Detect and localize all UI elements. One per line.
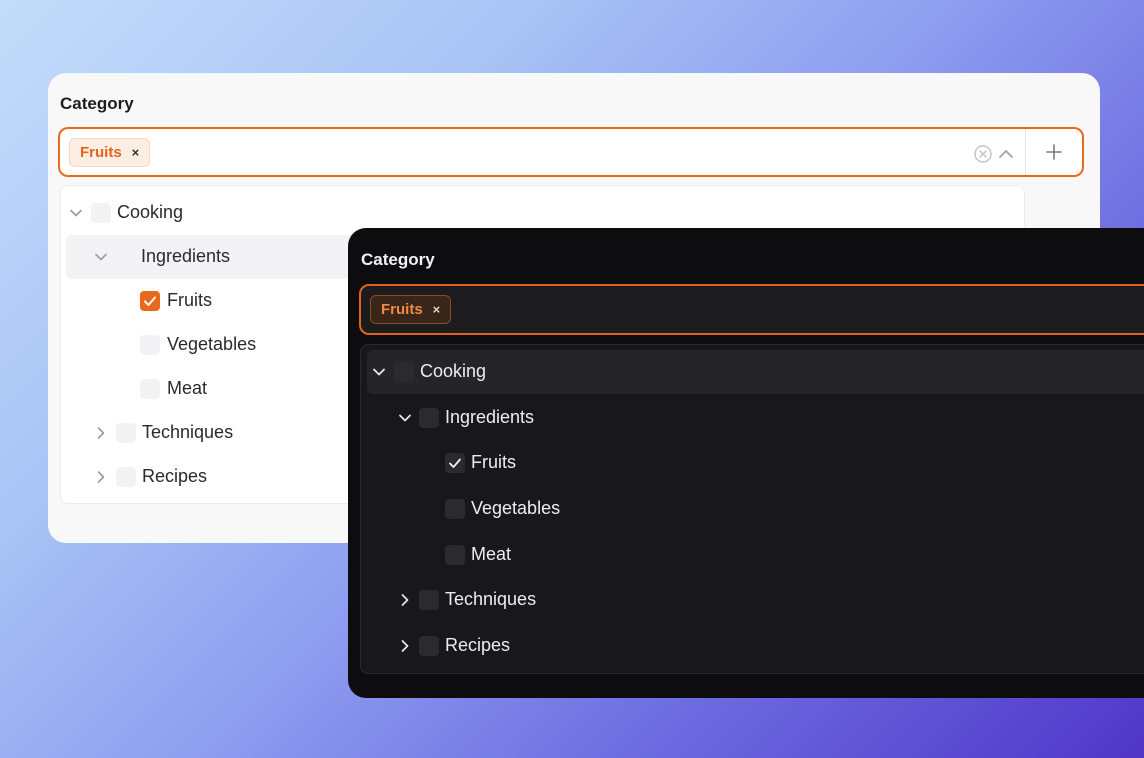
selected-chip-fruits: Fruits × [370,295,452,324]
check-icon [449,458,461,468]
category-tree-dropdown: Cooking Ingredients Fruits Vegetables Me… [360,344,1144,674]
tree-label-techniques: Techniques [445,589,537,609]
checkbox-meat[interactable] [445,545,465,565]
tree-label-fruits: Fruits [471,452,516,472]
selected-chip-fruits: Fruits × [69,138,151,167]
tree-label-meat: Meat [471,544,512,564]
tree-label-vegetables: Vegetables [167,334,257,354]
checkbox-meat[interactable] [140,379,160,399]
checkbox-recipes[interactable] [419,636,439,656]
checkbox-fruits-checked[interactable] [445,453,465,473]
checkbox-vegetables[interactable] [445,499,465,519]
checkbox-vegetables[interactable] [140,335,160,355]
chip-label: Fruits [80,144,122,161]
category-select-input[interactable]: Fruits × [359,284,1144,335]
tree-node-techniques[interactable]: Techniques [361,578,1144,622]
tree-node-ingredients[interactable]: Ingredients [361,396,1144,440]
tree-label-ingredients: Ingredients [445,407,535,427]
chevron-right-icon[interactable] [94,470,108,484]
checkbox-cooking[interactable] [91,203,111,223]
category-label: Category [60,94,134,113]
check-icon [144,296,156,306]
checkbox-fruits-checked[interactable] [140,291,160,311]
tree-label-techniques: Techniques [142,422,234,442]
category-select-input[interactable]: Fruits × [58,127,1084,177]
tree-node-cooking[interactable]: Cooking [367,350,1144,394]
checkbox-ingredients[interactable] [419,408,439,428]
tree-label-ingredients: Ingredients [141,246,231,266]
plus-icon [1046,144,1062,160]
tree-label-recipes: Recipes [142,466,208,486]
chevron-right-icon[interactable] [94,426,108,440]
chevron-up-icon[interactable] [997,145,1015,163]
chevron-right-icon[interactable] [398,639,412,653]
chip-remove-close-icon[interactable]: × [433,303,441,316]
checkbox-recipes[interactable] [116,467,136,487]
checkbox-techniques[interactable] [116,423,136,443]
dark-category-panel: Category Fruits × Cooking Ingredients Fr… [348,228,1144,698]
tree-node-meat[interactable]: Meat [361,533,1144,577]
chevron-down-icon[interactable] [398,411,412,425]
tree-label-recipes: Recipes [445,635,511,655]
chip-remove-close-icon[interactable]: × [132,146,140,159]
tree-label-cooking: Cooking [117,202,184,222]
chevron-down-icon[interactable] [372,365,386,379]
checkbox-techniques[interactable] [419,590,439,610]
chevron-right-icon[interactable] [398,593,412,607]
add-category-button[interactable] [1026,129,1082,175]
tree-label-fruits: Fruits [167,290,212,310]
tree-node-recipes[interactable]: Recipes [361,624,1144,668]
checkbox-ingredients[interactable] [115,247,135,267]
chip-label: Fruits [381,301,423,318]
checkbox-cooking[interactable] [394,362,414,382]
chevron-down-icon[interactable] [69,206,83,220]
tree-label-vegetables: Vegetables [471,498,561,518]
category-label: Category [361,250,435,269]
tree-label-cooking: Cooking [420,361,487,381]
tree-node-vegetables[interactable]: Vegetables [361,487,1144,531]
clear-circle-icon[interactable] [973,144,993,164]
tree-node-fruits[interactable]: Fruits [361,441,1144,485]
tree-label-meat: Meat [167,378,208,398]
chevron-down-icon[interactable] [94,250,108,264]
